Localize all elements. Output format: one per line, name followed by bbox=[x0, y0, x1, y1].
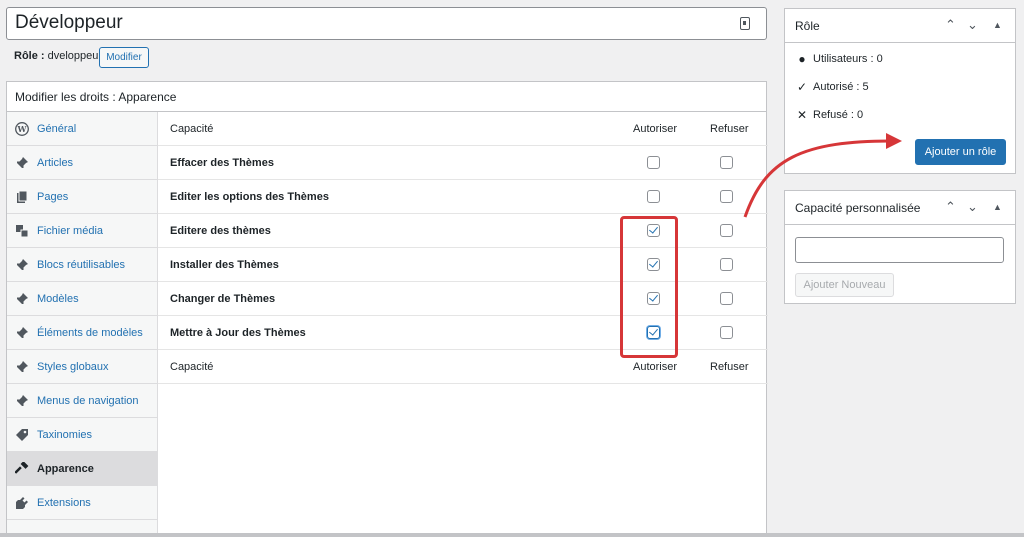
sidebar-item-label: Général bbox=[37, 122, 77, 135]
allowed-stat: ✓ Autorisé : 5 bbox=[795, 80, 869, 94]
role-box-header: Rôle ⌃ ⌄ ▲ bbox=[785, 9, 1015, 43]
capability-name: Editere des thèmes bbox=[170, 225, 271, 237]
allow-checkbox[interactable] bbox=[647, 156, 660, 169]
pin-icon bbox=[15, 394, 29, 408]
pin-icon bbox=[15, 360, 29, 374]
sidebar-item-label: Blocs réutilisables bbox=[37, 258, 126, 271]
triangle-up-icon[interactable]: ▲ bbox=[993, 202, 1002, 212]
user-icon: ● bbox=[798, 52, 806, 66]
role-value: dveloppeur bbox=[47, 50, 103, 62]
footer-capacity: Capacité bbox=[170, 361, 214, 373]
denied-stat: ✕ Refusé : 0 bbox=[795, 108, 863, 122]
chevron-up-icon[interactable]: ⌃ bbox=[945, 17, 956, 33]
table-row: Editer les options des Thèmes bbox=[158, 180, 768, 214]
sidebar-item-label: Éléments de modèles bbox=[37, 326, 143, 339]
pin-icon bbox=[15, 258, 29, 272]
capability-name: Effacer des Thèmes bbox=[170, 157, 274, 169]
role-line: Rôle : dveloppeur bbox=[14, 50, 102, 62]
header-allow: Autoriser bbox=[633, 123, 678, 135]
sidebar-item-taxonomies[interactable]: Taxinomies bbox=[7, 418, 158, 452]
deny-checkbox[interactable] bbox=[720, 224, 733, 237]
sidebar-item-nav-menus[interactable]: Menus de navigation bbox=[7, 384, 158, 418]
custom-box-title: Capacité personnalisée bbox=[795, 201, 921, 215]
role-label: Rôle : bbox=[14, 50, 45, 62]
allowed-stat-text: Autorisé : 5 bbox=[813, 81, 869, 93]
footer-allow: Autoriser bbox=[633, 361, 678, 373]
denied-stat-text: Refusé : 0 bbox=[813, 109, 864, 121]
panel-title: Modifier les droits : Apparence bbox=[7, 82, 766, 112]
add-new-button[interactable]: Ajouter Nouveau bbox=[795, 273, 894, 297]
capability-name: Mettre à Jour des Thèmes bbox=[170, 327, 306, 339]
capability-name: Installer des Thèmes bbox=[170, 259, 279, 271]
deny-checkbox[interactable] bbox=[720, 326, 733, 339]
users-stat: ● Utilisateurs : 0 bbox=[795, 52, 883, 66]
sidebar-item-global-styles[interactable]: Styles globaux bbox=[7, 350, 158, 384]
sidebar-item-extensions[interactable]: Extensions bbox=[7, 486, 158, 520]
tag-icon bbox=[15, 428, 29, 442]
wordpress-icon: W bbox=[15, 121, 29, 136]
highlight-annotation bbox=[620, 216, 678, 358]
chevron-down-icon[interactable]: ⌄ bbox=[967, 199, 978, 215]
capability-name: Editer les options des Thèmes bbox=[170, 191, 329, 203]
role-title-input[interactable]: Développeur bbox=[6, 7, 767, 40]
sidebar-item-label: Modèles bbox=[37, 292, 79, 305]
modify-button[interactable]: Modifier bbox=[99, 47, 149, 68]
role-box-title: Rôle bbox=[795, 19, 820, 33]
sidebar-item-templates[interactable]: Modèles bbox=[7, 282, 158, 316]
sidebar-item-label: Articles bbox=[37, 156, 74, 169]
check-icon: ✓ bbox=[796, 80, 808, 94]
sidebar-item-reusable-blocks[interactable]: Blocs réutilisables bbox=[7, 248, 158, 282]
sidebar-item-label: Styles globaux bbox=[37, 360, 109, 373]
allow-checkbox[interactable] bbox=[647, 190, 660, 203]
add-role-button[interactable]: Ajouter un rôle bbox=[915, 139, 1006, 165]
role-box: Rôle ⌃ ⌄ ▲ ● Utilisateurs : 0 ✓ Autorisé… bbox=[784, 8, 1016, 174]
media-icon bbox=[15, 224, 29, 238]
sidebar-item-label: Fichier média bbox=[37, 224, 104, 237]
footer-deny: Refuser bbox=[710, 361, 749, 373]
bottom-divider bbox=[0, 533, 1024, 537]
deny-checkbox[interactable] bbox=[720, 292, 733, 305]
header-capacity: Capacité bbox=[170, 123, 214, 135]
capability-sidebar: W Général Articles Pages Fichier média B… bbox=[7, 112, 158, 537]
sidebar-item-articles[interactable]: Articles bbox=[7, 146, 158, 180]
hammer-icon bbox=[15, 461, 29, 476]
users-stat-text: Utilisateurs : 0 bbox=[813, 53, 883, 65]
deny-checkbox[interactable] bbox=[720, 190, 733, 203]
table-header: Capacité Autoriser Refuser bbox=[158, 112, 768, 146]
table-row: Effacer des Thèmes bbox=[158, 146, 768, 180]
pin-icon bbox=[15, 292, 29, 306]
clipboard-icon[interactable] bbox=[740, 17, 750, 30]
sidebar-item-pages[interactable]: Pages bbox=[7, 180, 158, 214]
sidebar-item-label: Extensions bbox=[37, 496, 91, 509]
triangle-up-icon[interactable]: ▲ bbox=[993, 20, 1002, 30]
deny-checkbox[interactable] bbox=[720, 156, 733, 169]
pages-icon bbox=[15, 190, 29, 204]
plug-icon bbox=[15, 496, 29, 510]
sidebar-item-media[interactable]: Fichier média bbox=[7, 214, 158, 248]
sidebar-item-label: Taxinomies bbox=[37, 428, 93, 441]
header-deny: Refuser bbox=[710, 123, 749, 135]
svg-text:W: W bbox=[17, 124, 28, 134]
sidebar-item-general[interactable]: W Général bbox=[7, 112, 158, 146]
role-title-text: Développeur bbox=[15, 12, 123, 33]
sidebar-item-template-parts[interactable]: Éléments de modèles bbox=[7, 316, 158, 350]
sidebar-item-label: Menus de navigation bbox=[37, 394, 139, 407]
capability-name: Changer de Thèmes bbox=[170, 293, 276, 305]
cross-icon: ✕ bbox=[796, 108, 808, 122]
sidebar-item-label: Pages bbox=[37, 190, 69, 203]
sidebar-item-appearance[interactable]: Apparence bbox=[7, 452, 158, 486]
chevron-up-icon[interactable]: ⌃ bbox=[945, 199, 956, 215]
custom-capability-input[interactable] bbox=[795, 237, 1004, 263]
pin-icon bbox=[15, 156, 29, 170]
chevron-down-icon[interactable]: ⌄ bbox=[967, 17, 978, 33]
deny-checkbox[interactable] bbox=[720, 258, 733, 271]
pin-icon bbox=[15, 326, 29, 340]
custom-box-header: Capacité personnalisée ⌃ ⌄ ▲ bbox=[785, 191, 1015, 225]
custom-capability-box: Capacité personnalisée ⌃ ⌄ ▲ Ajouter Nou… bbox=[784, 190, 1016, 304]
sidebar-item-label: Apparence bbox=[37, 462, 94, 475]
